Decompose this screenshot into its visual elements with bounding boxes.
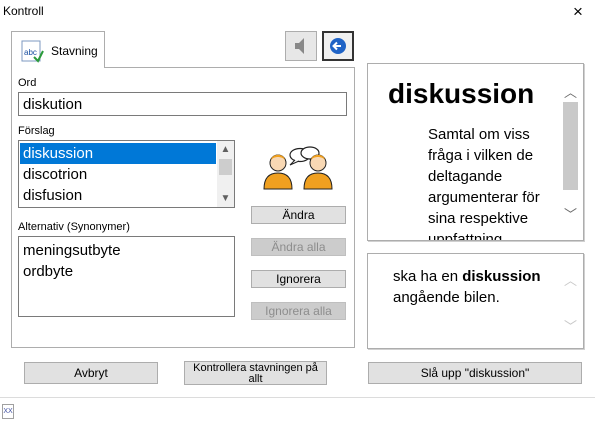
definition-line: argumenterar för <box>428 189 540 206</box>
list-item[interactable]: disfusion <box>20 185 216 206</box>
suggestions-list[interactable]: diskussion discotrion disfusion ▲ ▼ <box>18 140 235 208</box>
example-panel: ska ha en diskussion angående bilen. ︿ ﹀ <box>367 253 584 349</box>
back-button[interactable] <box>322 31 354 61</box>
document-icon: XX <box>2 404 14 419</box>
check-all-label-line: allt <box>248 373 263 385</box>
close-button[interactable]: × <box>566 1 590 23</box>
cancel-button[interactable]: Avbryt <box>24 362 158 384</box>
chevron-up-icon[interactable]: ︿ <box>562 82 579 101</box>
lookup-button[interactable]: Slå upp "diskussion" <box>368 362 582 384</box>
scroll-thumb[interactable] <box>219 159 232 175</box>
definition-line: Samtal om viss <box>428 126 530 143</box>
ignore-all-button[interactable]: Ignorera alla <box>251 302 346 320</box>
example-text: angående bilen. <box>393 289 500 306</box>
chevron-down-icon[interactable]: ﹀ <box>562 204 579 223</box>
tab-stavning[interactable]: abc Stavning <box>11 31 105 68</box>
definition-panel: diskussion Samtal om viss fråga i vilken… <box>367 63 584 241</box>
definition-scrollbar[interactable]: ︿ ﹀ <box>562 82 579 224</box>
check-all-button[interactable]: Kontrollera stavningen på allt <box>184 361 327 385</box>
scroll-down-icon[interactable]: ▼ <box>217 190 234 207</box>
definition-word: diskussion <box>388 78 535 109</box>
svg-text:abc: abc <box>24 48 37 57</box>
suggestions-scrollbar[interactable]: ▲ ▼ <box>217 141 234 207</box>
change-button[interactable]: Ändra <box>251 206 346 224</box>
scroll-thumb[interactable] <box>563 102 578 190</box>
definition-line: fråga i vilken de <box>428 147 534 164</box>
close-icon[interactable]: × <box>573 2 583 21</box>
window-title: Kontroll <box>3 4 44 18</box>
definition-line: uppfattning <box>428 231 503 241</box>
word-label: Ord <box>18 77 37 89</box>
change-all-button[interactable]: Ändra alla <box>251 238 346 256</box>
suggestions-label: Förslag <box>18 125 55 137</box>
list-item[interactable]: discotrion <box>20 164 216 185</box>
tab-label: Stavning <box>51 44 98 58</box>
speak-button[interactable] <box>285 31 317 61</box>
example-highlight: diskussion <box>462 268 541 285</box>
example-text: ska ha en <box>393 268 463 285</box>
synonyms-list[interactable]: meningsutbyte ordbyte <box>18 236 235 317</box>
list-item[interactable]: meningsutbyte <box>23 240 121 261</box>
definition-line: deltagande <box>428 168 503 185</box>
speaker-icon <box>295 38 304 54</box>
list-item[interactable]: ordbyte <box>23 261 73 282</box>
chevron-up-icon[interactable]: ︿ <box>562 270 579 289</box>
ignore-button[interactable]: Ignorera <box>251 270 346 288</box>
word-input[interactable]: diskution <box>18 92 347 116</box>
definition-line: sina respektive <box>428 210 529 227</box>
example-sentence: ska ha en diskussion angående bilen. <box>393 266 553 308</box>
definition-text: Samtal om viss fråga i vilken de deltaga… <box>428 124 556 241</box>
back-arrow-icon <box>330 38 346 54</box>
status-separator <box>0 397 595 398</box>
example-scrollbar[interactable]: ︿ ﹀ <box>562 270 579 334</box>
synonyms-label: Alternativ (Synonymer) <box>18 221 130 233</box>
abc-spelling-icon: abc <box>21 40 44 63</box>
scroll-up-icon[interactable]: ▲ <box>217 141 234 158</box>
list-item[interactable]: diskussion <box>20 143 216 164</box>
chevron-down-icon[interactable]: ﹀ <box>562 316 579 335</box>
discussion-illustration-icon <box>263 146 333 190</box>
